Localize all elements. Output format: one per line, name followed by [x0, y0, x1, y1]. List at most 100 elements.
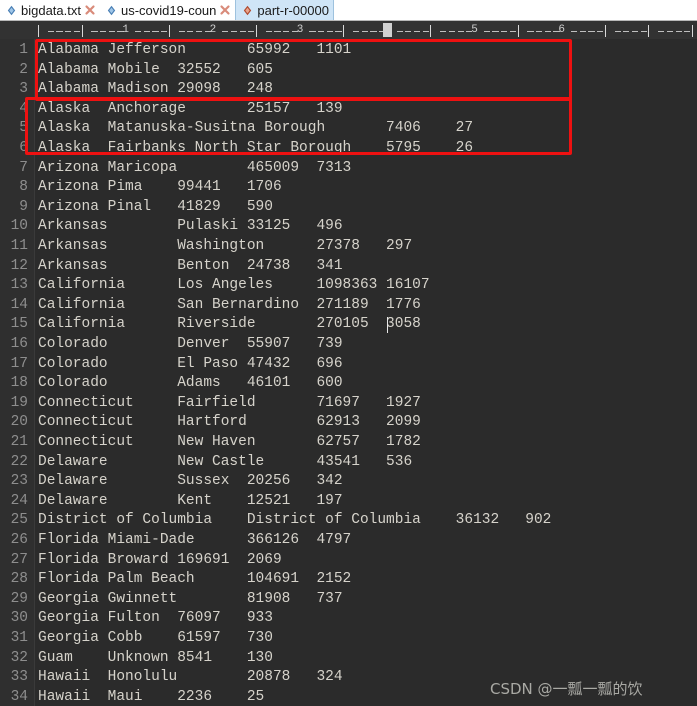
line-number: 7 [19, 159, 28, 176]
ruler-tick [256, 25, 257, 37]
line-text: Delaware Kent 12521 197 [38, 492, 343, 509]
ruler-dash [47, 31, 54, 32]
line-text: Arkansas Pulaski 33125 496 [38, 218, 343, 235]
editor-content-area[interactable]: 1 Alabama Jefferson 65992 1101 2 Alabama Mo… [0, 39, 697, 706]
tab-label: part-r-00000 [257, 2, 329, 18]
file-icon [106, 5, 117, 16]
code-line[interactable]: 9 Arizona Pinal 41829 590 [0, 198, 697, 218]
code-line[interactable]: 1 Alabama Jefferson 65992 1101 [0, 41, 697, 61]
ruler-dash [501, 31, 508, 32]
line-text: Florida Palm Beach 104691 2152 [38, 571, 352, 588]
tab-us-covid19-counties[interactable]: us-covid19-coun [100, 0, 235, 20]
code-line[interactable]: 30 Georgia Fulton 76097 933 [0, 609, 697, 629]
ruler-dash [352, 31, 360, 32]
ruler-dash [222, 31, 229, 32]
ruler-dash [56, 31, 63, 32]
tab-part-r-00000[interactable]: part-r-00000 [235, 0, 334, 20]
ruler-dash [597, 31, 604, 32]
ruler-dash [134, 31, 142, 32]
code-line[interactable]: 5 Alaska Matanuska-Susitna Borough 7406 2… [0, 119, 697, 139]
code-line[interactable]: 7 Arizona Maricopa 465009 7313 [0, 159, 697, 179]
code-line[interactable]: 14 California San Bernardino 271189 1776 [0, 296, 697, 316]
close-x-icon[interactable] [219, 4, 231, 16]
line-number: 8 [19, 179, 28, 196]
ruler-dash [405, 31, 412, 32]
line-number: 1 [19, 42, 28, 58]
csdn-watermark: CSDN @一瓢一瓢的饮 [490, 680, 643, 698]
code-line[interactable]: 32 Guam Unknown 8541 130 [0, 649, 697, 669]
line-number: 21 [10, 434, 28, 450]
ruler-dash [91, 31, 98, 32]
code-line[interactable]: 2 Alabama Mobile 32552 605 [0, 61, 697, 81]
ruler-caret-marker[interactable] [382, 23, 392, 37]
code-line[interactable]: 31 Georgia Cobb 61597 730 [0, 629, 697, 649]
ruler-dash [440, 31, 447, 32]
ruler-dash [640, 31, 647, 32]
code-line[interactable]: 18 Colorado Adams 46101 600 [0, 374, 697, 394]
code-line[interactable]: 4 Alaska Anchorage 25157 139 [0, 100, 697, 120]
ruler-dash [161, 31, 168, 32]
line-text: Alabama Jefferson 65992 1101 [38, 42, 352, 58]
tab-label: us-covid19-coun [121, 2, 217, 18]
code-line[interactable]: 24 Delaware Kent 12521 197 [0, 492, 697, 512]
line-text: Hawaii Maui 2236 25 [38, 688, 265, 705]
line-text: Connecticut New Haven 62757 1782 [38, 434, 421, 450]
line-text: Delaware Sussex 20256 342 [38, 473, 343, 490]
line-text: Arkansas Benton 24738 341 [38, 257, 343, 274]
line-number: 15 [10, 316, 28, 333]
code-line[interactable]: 21 Connecticut New Haven 62757 1782 [0, 433, 697, 453]
file-active-icon [242, 5, 253, 16]
code-line[interactable]: 8 Arizona Pima 99441 1706 [0, 178, 697, 198]
code-line[interactable]: 26 Florida Miami-Dade 366126 4797 [0, 531, 697, 551]
line-number: 19 [10, 394, 28, 411]
line-number: 29 [10, 590, 28, 607]
code-line[interactable]: 29 Georgia Gwinnett 81908 737 [0, 590, 697, 610]
line-text: Colorado Adams 46101 600 [38, 375, 343, 392]
code-lines[interactable]: 1 Alabama Jefferson 65992 1101 2 Alabama Mo… [0, 39, 697, 706]
line-text: Alabama Madison 29098 248 [38, 81, 273, 98]
ruler-dash [544, 31, 551, 32]
ruler-dash [335, 31, 342, 32]
code-line[interactable]: 25 District of Columbia District of Colum… [0, 511, 697, 531]
ruler-dash [187, 31, 194, 32]
column-ruler[interactable]: 123456 [0, 21, 697, 39]
code-line[interactable]: 13 California Los Angeles 1098363 16107 [0, 276, 697, 296]
code-line[interactable]: 23 Delaware Sussex 20256 342 [0, 472, 697, 492]
ruler-dash [483, 31, 490, 32]
ruler-dash [579, 31, 586, 32]
ruler-dash [178, 31, 185, 32]
ruler-dash [422, 31, 429, 32]
ruler-tick [168, 25, 170, 37]
line-text: Arizona Maricopa 465009 7313 [38, 159, 352, 176]
code-line[interactable]: 11 Arkansas Washington 27378 297 [0, 237, 697, 257]
code-line[interactable]: 10 Arkansas Pulaski 33125 496 [0, 217, 697, 237]
code-line[interactable]: 17 Colorado El Paso 47432 696 [0, 355, 697, 375]
tab-bigdata-txt[interactable]: bigdata.txt [0, 0, 100, 20]
code-line[interactable]: 27 Florida Broward 169691 2069 [0, 551, 697, 571]
code-line[interactable]: 6 Alaska Fairbanks North Star Borough 579… [0, 139, 697, 159]
ruler-tick [430, 25, 432, 37]
ruler-dash [318, 31, 325, 32]
line-text: Florida Miami-Dade 366126 4797 [38, 532, 352, 548]
ruler-dash [108, 31, 115, 32]
ruler-marks: 123456 [0, 21, 697, 39]
code-line[interactable]: 15 California Riverside 270105 3058 [0, 315, 697, 335]
code-line[interactable]: 12 Arkansas Benton 24738 341 [0, 257, 697, 277]
close-x-icon[interactable] [84, 4, 96, 16]
code-line[interactable]: 28 Florida Palm Beach 104691 2152 [0, 570, 697, 590]
ruler-tick [692, 25, 693, 37]
ruler-dash [248, 31, 255, 32]
line-text: Georgia Fulton 76097 933 [38, 610, 273, 627]
line-number: 20 [10, 414, 28, 431]
ruler-dash [143, 31, 150, 32]
ruler-label-6: 6 [558, 24, 565, 36]
code-line[interactable]: 22 Delaware New Castle 43541 536 [0, 453, 697, 473]
code-line[interactable]: 16 Colorado Denver 55907 739 [0, 335, 697, 355]
code-line[interactable]: 20 Connecticut Hartford 62913 2099 [0, 413, 697, 433]
line-number: 22 [10, 453, 28, 470]
ruler-dash [413, 31, 421, 32]
code-line[interactable]: 19 Connecticut Fairfield 71697 1927 [0, 394, 697, 414]
line-text: District of Columbia District of Columbi… [38, 512, 552, 529]
code-line[interactable]: 3 Alabama Madison 29098 248 [0, 80, 697, 100]
line-text: Delaware New Castle 43541 536 [38, 453, 413, 470]
